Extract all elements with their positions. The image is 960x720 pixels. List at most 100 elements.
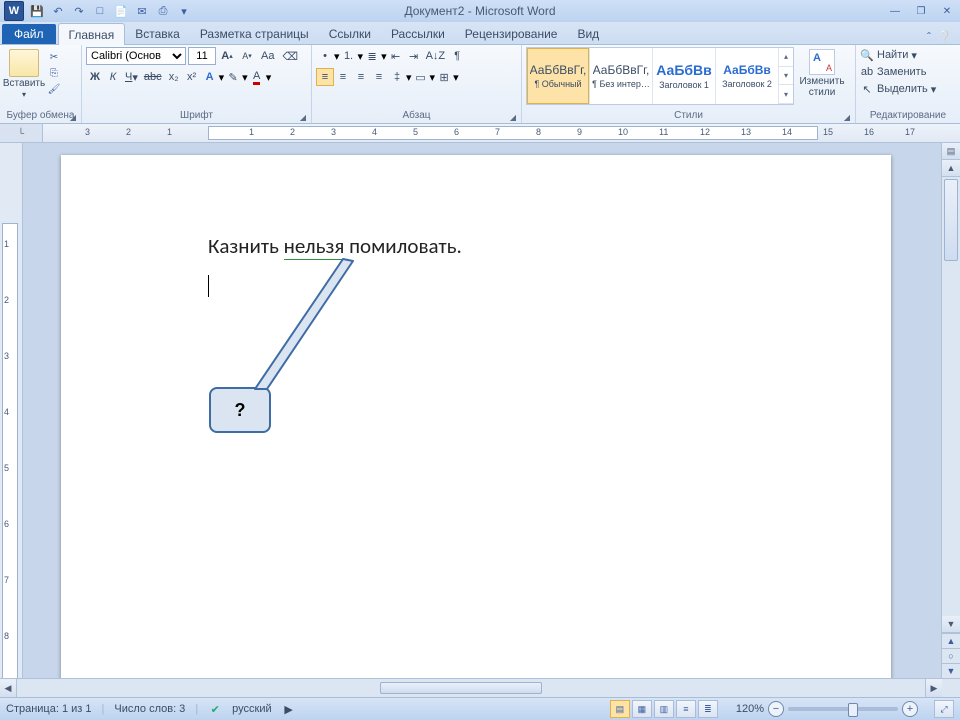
view-web-icon[interactable]: ▥ bbox=[654, 700, 674, 718]
line-spacing-icon[interactable]: ‡ bbox=[388, 68, 406, 86]
tab-file[interactable]: Файл bbox=[2, 24, 56, 44]
paste-button[interactable]: Вставить ▾ bbox=[4, 47, 44, 99]
font-color-icon[interactable]: A bbox=[248, 68, 266, 86]
tab-review[interactable]: Рецензирование bbox=[455, 23, 568, 44]
zoom-value[interactable]: 120% bbox=[736, 703, 764, 715]
document-text[interactable]: Казнить нельзя помиловать. bbox=[208, 233, 462, 259]
zoom-in-icon[interactable]: + bbox=[902, 701, 918, 717]
replace-button[interactable]: abЗаменить bbox=[860, 64, 936, 80]
dedent-icon[interactable]: ⇤ bbox=[387, 47, 405, 65]
view-outline-icon[interactable]: ≡ bbox=[676, 700, 696, 718]
font-dialog-launcher-icon[interactable]: ◢ bbox=[300, 113, 306, 122]
hscroll-right-icon[interactable]: ▶ bbox=[925, 679, 942, 697]
view-reading-icon[interactable]: ▦ bbox=[632, 700, 652, 718]
copy-icon[interactable]: ⎘ bbox=[46, 66, 62, 80]
minimize-button[interactable]: — bbox=[882, 3, 908, 19]
sort-icon[interactable]: A↓Z bbox=[423, 47, 449, 65]
qat-redo-icon[interactable]: ↷ bbox=[71, 3, 87, 19]
zoom-fit-icon[interactable]: ⤢ bbox=[934, 700, 954, 718]
paragraph-dialog-launcher-icon[interactable]: ◢ bbox=[510, 113, 516, 122]
shading-icon[interactable]: ▭ bbox=[412, 68, 430, 86]
horizontal-scrollbar[interactable]: ◀ ▶ bbox=[0, 678, 960, 697]
change-case-icon[interactable]: Aa bbox=[258, 47, 277, 65]
zoom-thumb[interactable] bbox=[848, 703, 858, 717]
indent-icon[interactable]: ⇥ bbox=[405, 47, 423, 65]
vertical-ruler[interactable]: 12345678 bbox=[0, 143, 23, 678]
strikethrough-button[interactable]: abc bbox=[141, 68, 165, 86]
borders-icon[interactable]: ⊞ bbox=[435, 68, 453, 86]
select-button[interactable]: ↖Выделить ▾ bbox=[860, 81, 936, 97]
tab-page-layout[interactable]: Разметка страницы bbox=[190, 23, 319, 44]
hscroll-left-icon[interactable]: ◀ bbox=[0, 679, 17, 697]
status-page[interactable]: Страница: 1 из 1 bbox=[6, 703, 92, 715]
tab-insert[interactable]: Вставка bbox=[125, 23, 190, 44]
align-left-icon[interactable]: ≡ bbox=[316, 68, 334, 86]
browse-object-icon[interactable]: ○ bbox=[942, 648, 960, 663]
view-draft-icon[interactable]: ≣ bbox=[698, 700, 718, 718]
qat-undo-icon[interactable]: ↶ bbox=[50, 3, 66, 19]
qat-new-icon[interactable]: □ bbox=[92, 3, 108, 19]
styles-gallery[interactable]: АаБбВвГг, ¶ Обычный АаБбВвГг, ¶ Без инте… bbox=[526, 47, 794, 105]
bold-button[interactable]: Ж bbox=[86, 68, 104, 86]
styles-gallery-nav[interactable]: ▴▾▾ bbox=[779, 48, 793, 104]
zoom-out-icon[interactable]: − bbox=[768, 701, 784, 717]
scroll-down-icon[interactable]: ▼ bbox=[942, 616, 960, 633]
change-styles-button[interactable]: AA Изменить стили bbox=[796, 47, 848, 98]
grow-font-icon[interactable]: A▴ bbox=[218, 47, 236, 65]
font-size-input[interactable] bbox=[188, 47, 216, 65]
multilevel-icon[interactable]: ≣ bbox=[363, 47, 381, 65]
tab-home[interactable]: Главная bbox=[58, 23, 126, 45]
vertical-scrollbar[interactable]: ▤ ▲ ▼ ▲ ○ ▼ bbox=[941, 143, 960, 678]
qat-save-icon[interactable]: 💾 bbox=[29, 3, 45, 19]
view-print-layout-icon[interactable]: ▤ bbox=[610, 700, 630, 718]
style-heading2[interactable]: АаБбВв Заголовок 2 bbox=[716, 48, 779, 104]
status-language[interactable]: русский bbox=[232, 703, 271, 715]
close-button[interactable]: ✕ bbox=[934, 3, 960, 19]
styles-dialog-launcher-icon[interactable]: ◢ bbox=[844, 113, 850, 122]
shrink-font-icon[interactable]: A▾ bbox=[238, 47, 256, 65]
style-no-spacing[interactable]: АаБбВвГг, ¶ Без интер… bbox=[590, 48, 653, 104]
document-viewport[interactable]: Казнить нельзя помиловать. ? bbox=[23, 143, 941, 678]
document-page[interactable]: Казнить нельзя помиловать. ? bbox=[61, 155, 891, 678]
style-heading1[interactable]: АаБбВв Заголовок 1 bbox=[653, 48, 716, 104]
ruler-corner-icon[interactable]: └ bbox=[0, 124, 43, 142]
status-word-count[interactable]: Число слов: 3 bbox=[114, 703, 185, 715]
scroll-thumb[interactable] bbox=[944, 179, 958, 261]
align-justify-icon[interactable]: ≡ bbox=[370, 68, 388, 86]
qat-print-icon[interactable]: ⎙ bbox=[155, 3, 171, 19]
clear-format-icon[interactable]: ⌫ bbox=[279, 47, 301, 65]
help-icon[interactable]: ❔ bbox=[937, 30, 952, 44]
find-button[interactable]: 🔍Найти ▾ bbox=[860, 47, 936, 63]
tab-view[interactable]: Вид bbox=[567, 23, 609, 44]
cut-icon[interactable]: ✂ bbox=[46, 50, 62, 64]
macro-icon[interactable]: ▶ bbox=[282, 702, 296, 716]
tab-mailings[interactable]: Рассылки bbox=[381, 23, 455, 44]
text-effects-icon[interactable]: A bbox=[201, 68, 219, 86]
qat-mail-icon[interactable]: ✉ bbox=[134, 3, 150, 19]
tab-references[interactable]: Ссылки bbox=[319, 23, 381, 44]
hscroll-thumb[interactable] bbox=[380, 682, 542, 694]
clipboard-dialog-launcher-icon[interactable]: ◢ bbox=[70, 113, 76, 122]
qat-open-icon[interactable]: 📄 bbox=[113, 3, 129, 19]
font-name-select[interactable]: Calibri (Основ bbox=[86, 47, 186, 65]
italic-button[interactable]: К bbox=[104, 68, 122, 86]
scroll-up-icon[interactable]: ▲ bbox=[942, 160, 960, 177]
highlight-icon[interactable]: ✎ bbox=[224, 68, 242, 86]
subscript-button[interactable]: x₂ bbox=[165, 68, 183, 86]
proofing-icon[interactable]: ✔ bbox=[208, 702, 222, 716]
word-app-icon[interactable]: W bbox=[4, 1, 24, 21]
callout-shape[interactable]: ? bbox=[209, 387, 271, 433]
qat-customize-icon[interactable]: ▾ bbox=[176, 3, 192, 19]
superscript-button[interactable]: x² bbox=[183, 68, 201, 86]
ruler-toggle-icon[interactable]: ▤ bbox=[942, 143, 960, 160]
ribbon-minimize-icon[interactable]: ˆ bbox=[927, 30, 931, 44]
style-normal[interactable]: АаБбВвГг, ¶ Обычный bbox=[527, 48, 590, 104]
align-right-icon[interactable]: ≡ bbox=[352, 68, 370, 86]
restore-button[interactable]: ❐ bbox=[908, 3, 934, 19]
next-page-icon[interactable]: ▼ bbox=[942, 663, 960, 678]
numbering-icon[interactable]: 1. bbox=[340, 47, 358, 65]
show-marks-icon[interactable]: ¶ bbox=[448, 47, 466, 65]
bullets-icon[interactable]: • bbox=[316, 47, 334, 65]
underline-button[interactable]: Ч▾ bbox=[122, 68, 141, 86]
grammar-underline[interactable]: нельзя bbox=[284, 233, 345, 260]
